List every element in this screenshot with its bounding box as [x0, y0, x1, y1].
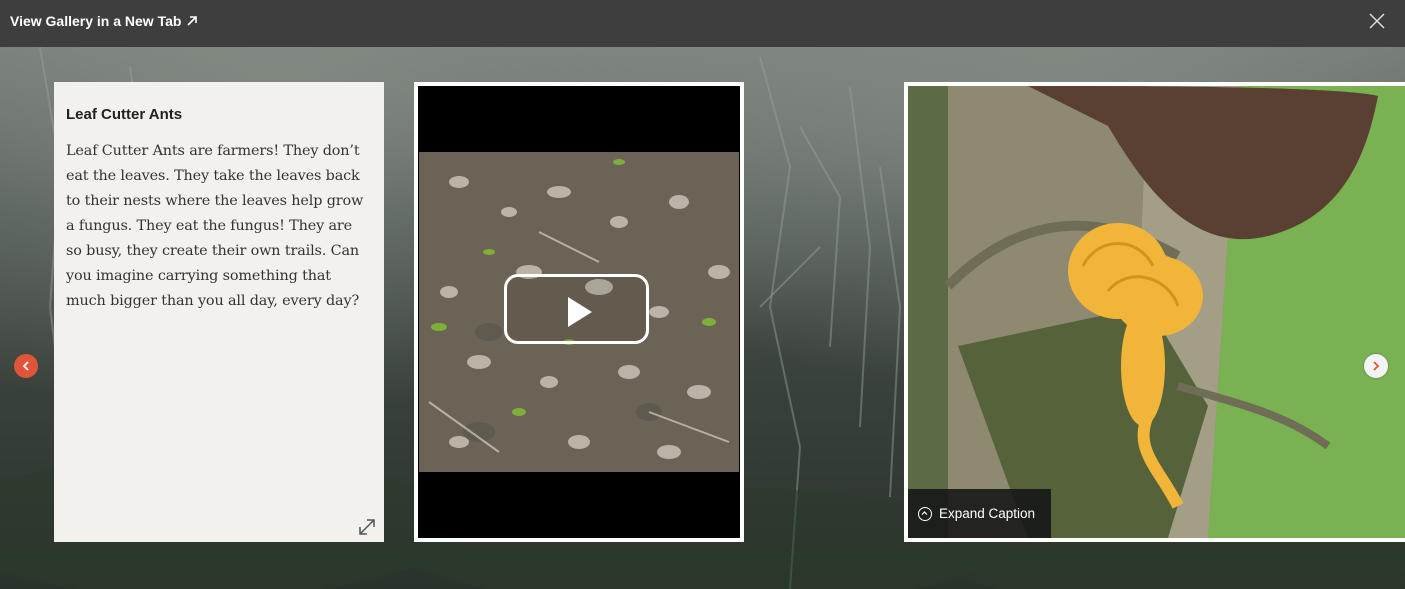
video-slide [414, 82, 744, 542]
video-player[interactable] [418, 86, 740, 538]
expand-caption-button[interactable]: Expand Caption [908, 489, 1051, 538]
external-arrow-icon [187, 16, 198, 26]
card-body-text: Leaf Cutter Ants are farmers! They don’t… [66, 143, 364, 309]
expand-caption-label: Expand Caption [939, 506, 1036, 521]
play-video-button[interactable] [504, 274, 649, 344]
previous-slide-button[interactable] [14, 354, 38, 378]
view-gallery-new-tab-link[interactable]: View Gallery in a New Tab [10, 13, 198, 29]
expand-card-button[interactable] [356, 516, 378, 538]
next-slide-button[interactable] [1364, 354, 1388, 378]
card-title: Leaf Cutter Ants [66, 106, 183, 123]
play-icon [568, 297, 592, 327]
close-icon [1369, 13, 1385, 29]
chevron-right-icon [1373, 361, 1380, 371]
chevron-left-icon [22, 361, 29, 371]
caption-text-card: Leaf Cutter Ants Leaf Cutter Ants are fa… [54, 82, 384, 542]
gallery-top-bar: View Gallery in a New Tab [0, 0, 1405, 47]
view-gallery-link-label: View Gallery in a New Tab [10, 13, 182, 29]
chevron-up-circle-icon [918, 506, 932, 521]
snake-photo: Expand Caption [908, 86, 1405, 538]
expand-arrows-icon [359, 519, 375, 535]
close-gallery-button[interactable] [1367, 11, 1387, 31]
image-slide: Expand Caption [904, 82, 1405, 542]
